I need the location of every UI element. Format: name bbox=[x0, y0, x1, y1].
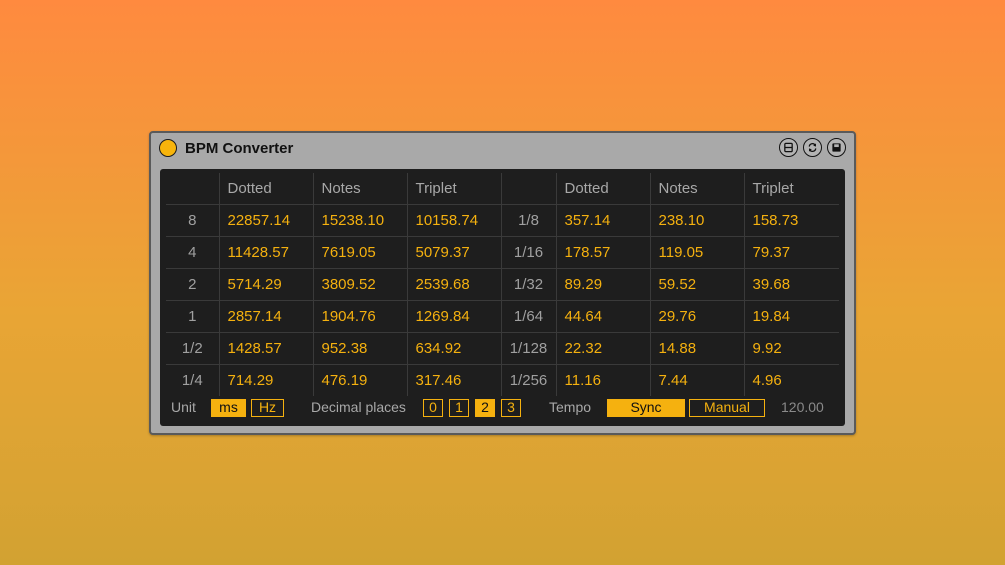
bpm-table: Dotted Notes Triplet Dotted Notes Triple… bbox=[166, 173, 839, 396]
column-header: Dotted bbox=[556, 173, 651, 205]
note-division-label: 1/64 bbox=[501, 300, 557, 333]
value-cell: 22857.14 bbox=[219, 204, 314, 237]
value-cell: 59.52 bbox=[650, 268, 745, 301]
note-division-label: 2 bbox=[166, 268, 220, 301]
value-cell: 714.29 bbox=[219, 364, 314, 396]
table-row: 1/2 1428.57 952.38 634.92 1/128 22.32 14.88 9.9… bbox=[166, 332, 839, 365]
tempo-manual-button[interactable]: Manual bbox=[689, 399, 765, 417]
converter-panel: Dotted Notes Triplet Dotted Notes Triple… bbox=[160, 169, 845, 426]
value-cell: 2857.14 bbox=[219, 300, 314, 333]
decimal-1-button[interactable]: 1 bbox=[449, 399, 469, 417]
note-division-label: 8 bbox=[166, 204, 220, 237]
column-header: Triplet bbox=[407, 173, 502, 205]
note-division-label: 1/2 bbox=[166, 332, 220, 365]
value-cell: 4.96 bbox=[752, 372, 782, 389]
value-cell: 7619.05 bbox=[313, 236, 408, 269]
table-header-row: Dotted Notes Triplet Dotted Notes Triple… bbox=[166, 173, 839, 205]
value-cell: 15238.10 bbox=[313, 204, 408, 237]
value-cell: 10158.74 bbox=[407, 204, 502, 237]
value-cell: 5714.29 bbox=[219, 268, 314, 301]
value-cell: 39.68 bbox=[744, 268, 839, 301]
table-row: 4 11428.57 7619.05 5079.37 1/16 178.57 119.05 7… bbox=[166, 236, 839, 269]
value-cell: 14.88 bbox=[650, 332, 745, 365]
value-cell: 29.76 bbox=[650, 300, 745, 333]
unit-hz-button[interactable]: Hz bbox=[251, 399, 284, 417]
value-cell: 238.10 bbox=[650, 204, 745, 237]
decimal-0-button[interactable]: 0 bbox=[423, 399, 443, 417]
decimal-3-button[interactable]: 3 bbox=[501, 399, 521, 417]
note-division-label: 1/32 bbox=[501, 268, 557, 301]
note-division-label: 1/16 bbox=[501, 236, 557, 269]
unit-label: Unit bbox=[171, 399, 196, 415]
column-header: Notes bbox=[650, 173, 745, 205]
value-cell: 317.46 bbox=[407, 364, 502, 396]
table-row: 1 2857.14 1904.76 1269.84 1/64 44.64 29.76 19.8… bbox=[166, 300, 839, 333]
note-division-label: 1/8 bbox=[501, 204, 557, 237]
table-row: 8 22857.14 15238.10 10158.74 1/8 357.14 238.10… bbox=[166, 204, 839, 237]
unit-ms-button[interactable]: ms bbox=[211, 399, 246, 417]
device-title: BPM Converter bbox=[185, 140, 294, 157]
value-cell: 5079.37 bbox=[407, 236, 502, 269]
decimal-2-button[interactable]: 2 bbox=[475, 399, 495, 417]
tempo-sync-button[interactable]: Sync bbox=[607, 399, 685, 417]
column-header: Dotted bbox=[219, 173, 314, 205]
note-division-label: 4 bbox=[166, 236, 220, 269]
value-cell: 476.19 bbox=[313, 364, 408, 396]
table-row: 1/4 714.29 476.19 317.46 1/256 11.16 7.44 4.96 bbox=[166, 364, 839, 396]
note-division-label: 1 bbox=[166, 300, 220, 333]
note-division-label: 1/4 bbox=[166, 364, 220, 396]
note-division-label: 1/128 bbox=[501, 332, 557, 365]
device-title-controls bbox=[779, 138, 846, 157]
value-cell: 19.84 bbox=[744, 300, 839, 333]
value-cell: 1904.76 bbox=[313, 300, 408, 333]
value-cell: 178.57 bbox=[556, 236, 651, 269]
tempo-label: Tempo bbox=[549, 399, 592, 415]
decimal-places-label: Decimal places bbox=[311, 399, 406, 415]
value-cell: 11.16 bbox=[556, 364, 651, 396]
value-cell: 79.37 bbox=[744, 236, 839, 269]
save-preset-icon[interactable] bbox=[827, 138, 846, 157]
value-cell: 11428.57 bbox=[219, 236, 314, 269]
table-body: Dotted Notes Triplet Dotted Notes Triple… bbox=[166, 173, 839, 396]
value-cell: 3809.52 bbox=[313, 268, 408, 301]
device-titlebar: BPM Converter bbox=[151, 133, 854, 165]
controls-bar: Unit ms Hz Decimal places 0 1 2 3 Tempo … bbox=[160, 393, 845, 423]
value-cell: 158.73 bbox=[744, 204, 839, 237]
value-cell: 952.38 bbox=[313, 332, 408, 365]
hot-swap-icon[interactable] bbox=[803, 138, 822, 157]
value-cell: 1269.84 bbox=[407, 300, 502, 333]
note-division-label: 1/256 bbox=[501, 364, 557, 396]
value-cell: 119.05 bbox=[650, 236, 745, 269]
value-cell: 2539.68 bbox=[407, 268, 502, 301]
column-header: Notes bbox=[313, 173, 408, 205]
value-cell: 7.44 bbox=[650, 364, 745, 396]
bpm-converter-device: BPM Converter Dotted Notes Triplet Dotte… bbox=[149, 131, 856, 435]
column-header: Triplet bbox=[744, 173, 839, 205]
value-cell: 1428.57 bbox=[219, 332, 314, 365]
value-cell: 44.64 bbox=[556, 300, 651, 333]
value-cell: 22.32 bbox=[556, 332, 651, 365]
value-cell: 9.92 bbox=[744, 332, 839, 365]
column-header bbox=[501, 173, 557, 205]
tempo-value[interactable]: 120.00 bbox=[781, 399, 824, 415]
value-cell: 634.92 bbox=[407, 332, 502, 365]
value-cell: 357.14 bbox=[556, 204, 651, 237]
fit-icon[interactable] bbox=[779, 138, 798, 157]
value-cell: 89.29 bbox=[556, 268, 651, 301]
column-header bbox=[166, 173, 220, 205]
device-power-button[interactable] bbox=[159, 139, 177, 157]
table-row: 2 5714.29 3809.52 2539.68 1/32 89.29 59.52 39.6… bbox=[166, 268, 839, 301]
